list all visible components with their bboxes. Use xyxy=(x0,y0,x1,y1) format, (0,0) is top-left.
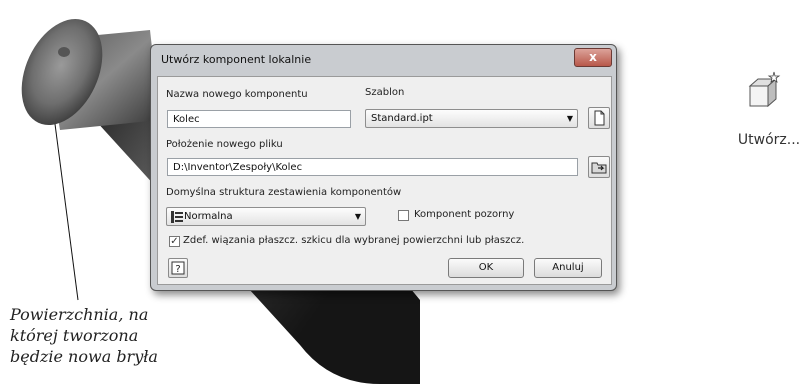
template-select[interactable]: Standard.ipt ▼ xyxy=(365,109,578,128)
create-component-icon xyxy=(748,71,781,108)
caption-line-3: będzie nowa bryła xyxy=(10,347,158,366)
callout-caption: Powierzchnia, na której tworzona będzie … xyxy=(10,304,210,367)
file-location-browse-button[interactable] xyxy=(588,156,610,178)
component-name-label: Nazwa nowego komponentu xyxy=(166,89,308,100)
svg-text:?: ? xyxy=(175,264,180,275)
help-button[interactable]: ? xyxy=(168,258,188,278)
constrain-sketch-checkbox[interactable]: ✓ xyxy=(169,236,180,247)
create-component-ribbon-button[interactable]: Utwórz... xyxy=(730,70,802,154)
bom-structure-select[interactable]: Normalna ▼ xyxy=(166,207,366,226)
new-file-icon xyxy=(594,110,605,126)
template-browse-button[interactable] xyxy=(588,107,610,129)
virtual-component-label: Komponent pozorny xyxy=(414,209,515,220)
chevron-down-icon: ▼ xyxy=(354,212,361,221)
create-component-label: Utwórz... xyxy=(737,132,801,148)
caption-line-1: Powierzchnia, na xyxy=(10,305,149,324)
ok-button[interactable]: OK xyxy=(448,258,524,278)
callout-leader xyxy=(54,123,79,301)
virtual-component-checkbox[interactable] xyxy=(398,210,409,221)
component-name-field[interactable]: Kolec xyxy=(167,110,351,128)
cancel-button[interactable]: Anuluj xyxy=(534,258,602,278)
file-location-field[interactable]: D:\Inventor\Zespoły\Kolec xyxy=(167,158,578,176)
constrain-sketch-label: Zdef. wiązania płaszcz. szkicu dla wybra… xyxy=(183,235,525,246)
dialog-titlebar[interactable]: Utwórz komponent lokalnie x xyxy=(151,45,616,75)
file-location-label: Położenie nowego pliku xyxy=(166,139,283,150)
browse-folder-icon xyxy=(591,162,607,174)
dialog-client-area: Nazwa nowego komponentu Kolec Szablon St… xyxy=(157,76,612,285)
template-select-value: Standard.ipt xyxy=(371,113,433,124)
bom-structure-icon xyxy=(171,211,183,223)
cylinder-cap-hole xyxy=(58,47,70,57)
template-label: Szablon xyxy=(365,87,405,98)
create-in-place-component-dialog: Utwórz komponent lokalnie x Nazwa nowego… xyxy=(150,44,617,291)
bom-structure-value: Normalna xyxy=(184,211,233,222)
bom-structure-label: Domyślna struktura zestawienia komponent… xyxy=(166,187,402,198)
chevron-down-icon: ▼ xyxy=(566,114,573,123)
caption-line-2: której tworzona xyxy=(10,326,139,345)
close-button[interactable]: x xyxy=(574,48,612,67)
dialog-title: Utwórz komponent lokalnie xyxy=(161,53,312,66)
help-icon: ? xyxy=(171,261,185,275)
